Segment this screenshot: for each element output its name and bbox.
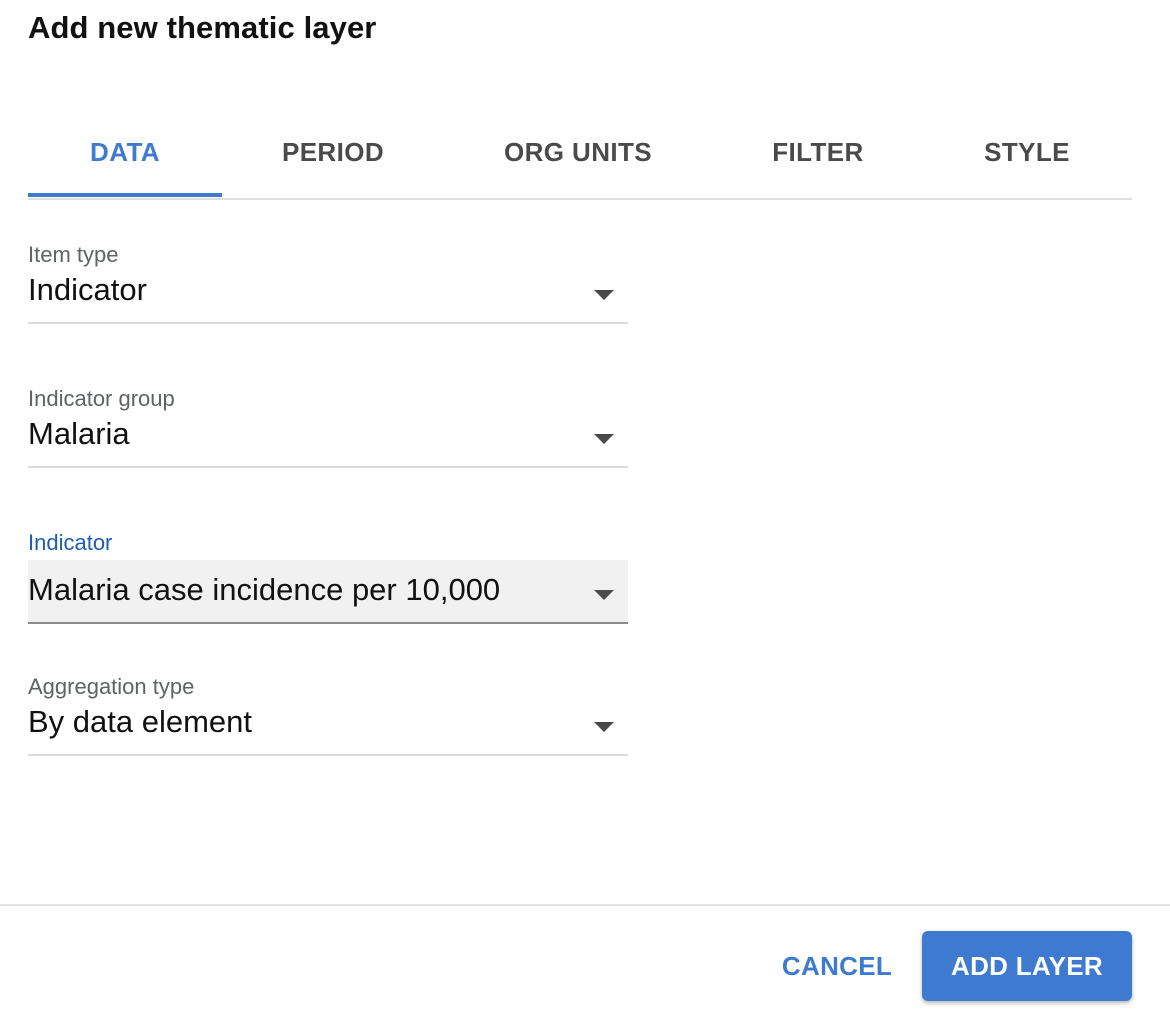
- tab-filter[interactable]: FILTER: [728, 108, 908, 196]
- item-type-select[interactable]: Indicator: [28, 260, 628, 324]
- tab-org-units[interactable]: ORG UNITS: [468, 108, 688, 196]
- dropdown-arrow-icon: [594, 722, 614, 732]
- add-layer-button[interactable]: ADD LAYER: [922, 931, 1132, 1001]
- indicator-group-select[interactable]: Malaria: [28, 404, 628, 468]
- tab-period[interactable]: PERIOD: [244, 108, 422, 196]
- dropdown-arrow-icon: [594, 590, 614, 600]
- aggregation-type-value: By data element: [28, 704, 253, 739]
- indicator-group-value: Malaria: [28, 416, 130, 451]
- aggregation-type-select[interactable]: By data element: [28, 692, 628, 756]
- active-tab-indicator: [28, 193, 222, 197]
- dropdown-arrow-icon: [594, 434, 614, 444]
- indicator-select[interactable]: Malaria case incidence per 10,000: [28, 560, 628, 624]
- cancel-button[interactable]: CANCEL: [768, 932, 906, 1000]
- tab-style[interactable]: STYLE: [938, 108, 1116, 196]
- dialog-title: Add new thematic layer: [28, 10, 377, 45]
- tab-data[interactable]: DATA: [28, 108, 222, 196]
- indicator-value: Malaria case incidence per 10,000: [28, 572, 501, 607]
- item-type-value: Indicator: [28, 272, 147, 307]
- add-thematic-layer-dialog: Add new thematic layer DATA PERIOD ORG U…: [0, 0, 1170, 1012]
- dropdown-arrow-icon: [594, 290, 614, 300]
- footer-divider: [0, 904, 1170, 906]
- tab-bar: DATA PERIOD ORG UNITS FILTER STYLE: [28, 108, 1132, 200]
- indicator-label: Indicator: [28, 530, 113, 555]
